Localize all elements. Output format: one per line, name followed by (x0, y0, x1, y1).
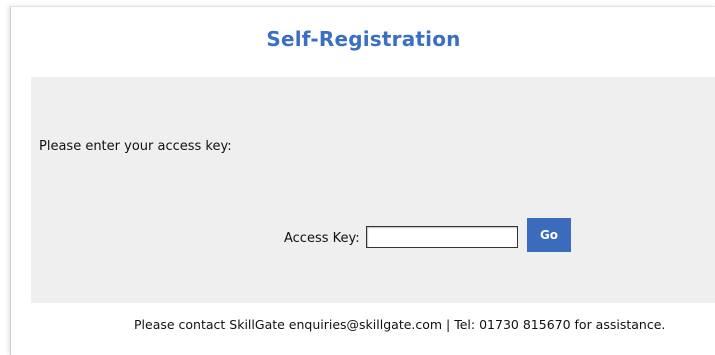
access-key-input[interactable] (366, 226, 518, 248)
page-title: Self-Registration (266, 27, 461, 51)
go-button[interactable]: Go (527, 218, 571, 252)
access-key-prompt: Please enter your access key: (39, 139, 232, 154)
page-frame: Self-Registration Please enter your acce… (10, 6, 715, 355)
contact-footer: Please contact SkillGate enquiries@skill… (134, 317, 666, 332)
access-key-label: Access Key: (284, 231, 360, 246)
access-key-panel: Please enter your access key: Access Key… (31, 77, 715, 303)
